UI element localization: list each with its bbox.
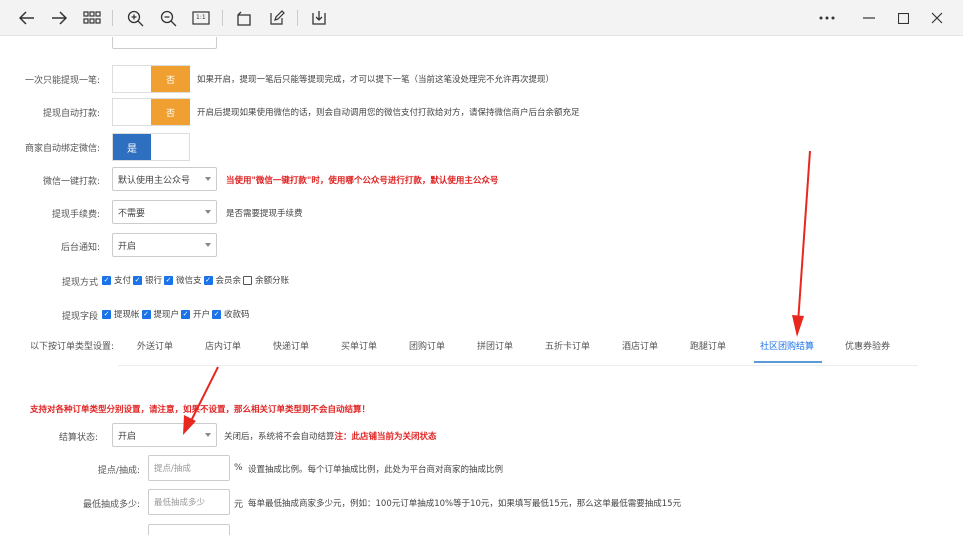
save-icon[interactable] bbox=[308, 7, 330, 29]
toolbar-separator bbox=[297, 10, 298, 26]
rotate-icon[interactable] bbox=[232, 7, 254, 29]
grid-icon[interactable] bbox=[81, 7, 103, 29]
more-icon[interactable] bbox=[816, 7, 838, 29]
zoom-in-icon[interactable] bbox=[124, 7, 146, 29]
minimize-icon[interactable] bbox=[858, 7, 880, 29]
actual-size-label: 1:1 bbox=[196, 14, 206, 21]
edit-icon[interactable] bbox=[266, 7, 288, 29]
toolbar-separator bbox=[222, 10, 223, 26]
actual-size-icon[interactable]: 1:1 bbox=[190, 7, 212, 29]
zoom-out-icon[interactable] bbox=[157, 7, 179, 29]
forward-arrow-icon[interactable] bbox=[48, 7, 70, 29]
arrow-to-tab bbox=[792, 150, 811, 337]
close-icon[interactable] bbox=[926, 7, 948, 29]
back-arrow-icon[interactable] bbox=[16, 7, 38, 29]
viewer-toolbar: 1:1 bbox=[0, 0, 963, 36]
toolbar-separator bbox=[112, 10, 113, 26]
maximize-icon[interactable] bbox=[892, 7, 914, 29]
annotation-arrows bbox=[183, 150, 811, 435]
settings-page: 一次只能提现一笔: 否 如果开启，提现一笔后只能等提现完成，才可以提下一笔（当前… bbox=[0, 37, 963, 535]
arrow-to-settle-select bbox=[183, 366, 219, 435]
